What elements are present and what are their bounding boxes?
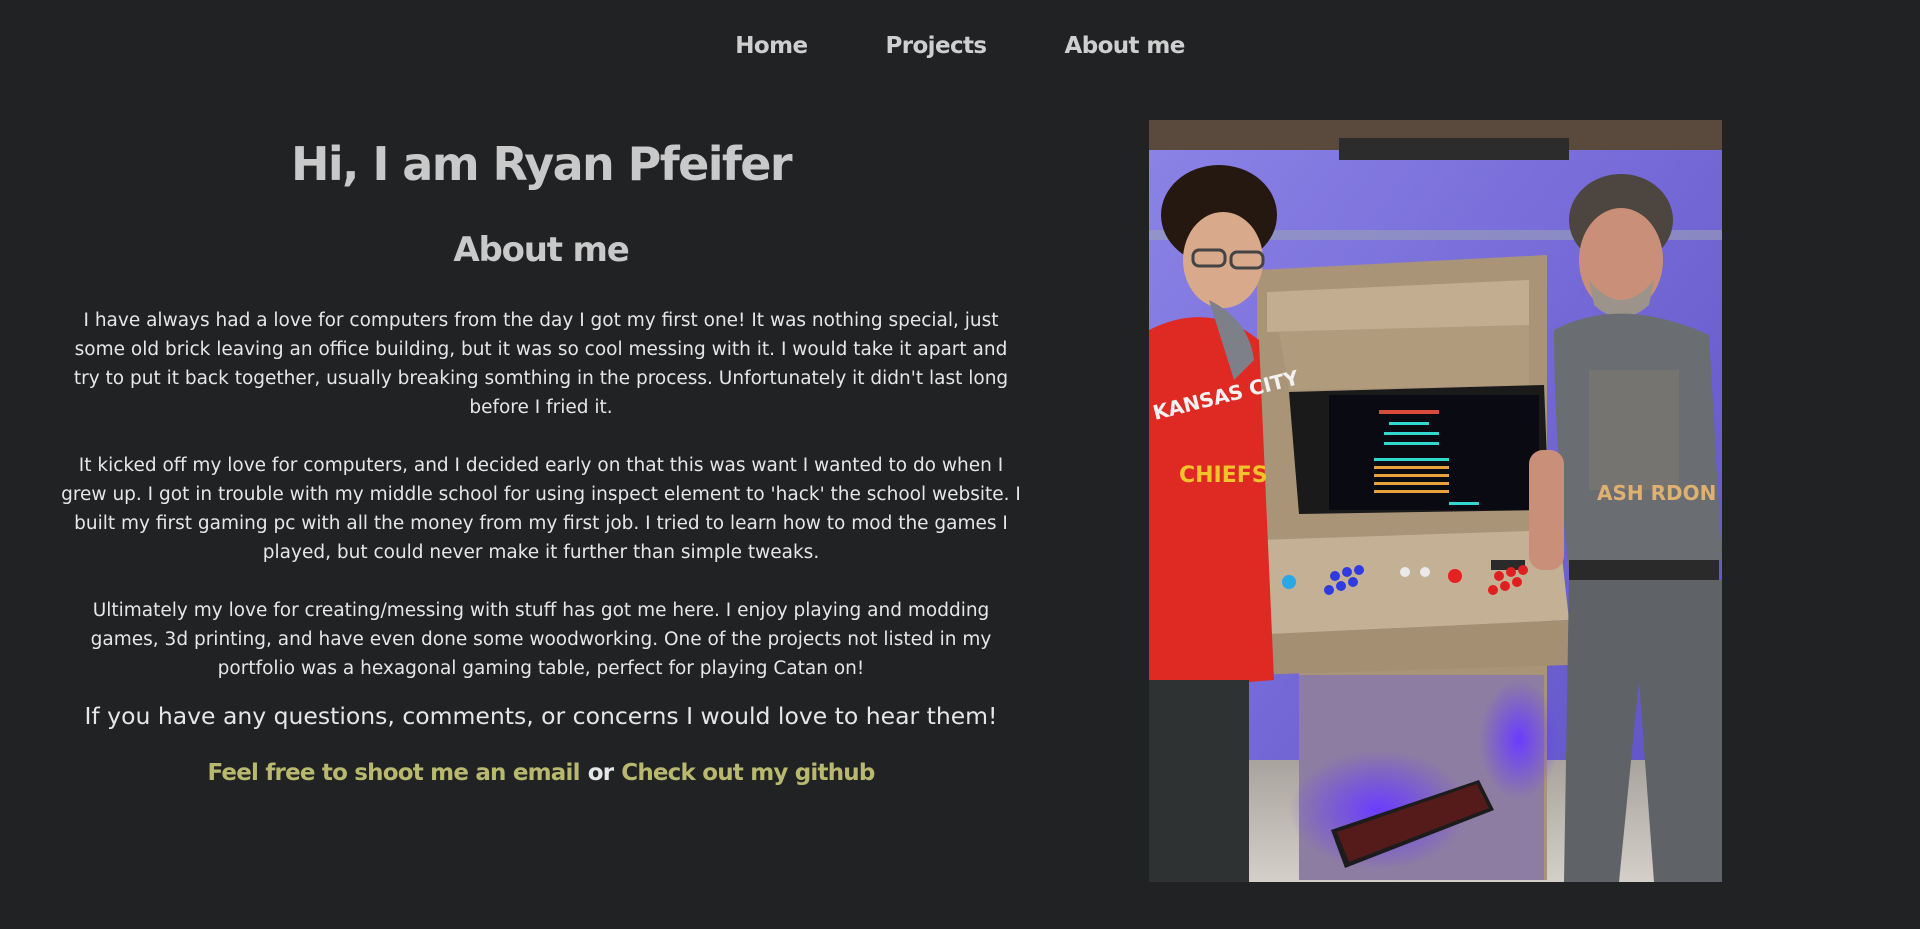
nav-about-link[interactable]: About me (1065, 26, 1186, 66)
hoodie-text-2: CHIEFS (1179, 463, 1268, 488)
arcade-photo-illustration: KANSAS CITY CHIEFS ASH RDON (1149, 120, 1722, 882)
about-paragraph-3: Ultimately my love for creating/messing … (90, 600, 992, 679)
contact-links: Feel free to shoot me an email or Check ou… (60, 757, 1022, 789)
joystick-red (1448, 569, 1462, 583)
about-section: Hi, I am Ryan Pfeifer About me I have al… (60, 120, 1022, 789)
email-link[interactable]: Feel free to shoot me an email (207, 760, 580, 786)
contact-prompt: If you have any questions, comments, or … (84, 702, 998, 730)
arcade-cabinet (1249, 255, 1569, 880)
profile-photo: KANSAS CITY CHIEFS ASH RDON (1149, 120, 1722, 882)
github-link[interactable]: Check out my github (621, 760, 875, 786)
about-paragraph-2: It kicked off my love for computers, and… (61, 455, 1021, 563)
page-title: Hi, I am Ryan Pfeifer (290, 137, 793, 191)
section-heading: About me (453, 230, 629, 270)
about-paragraph-1: I have always had a love for computers f… (73, 310, 1009, 418)
joystick-blue (1282, 575, 1296, 589)
nav-projects-link[interactable]: Projects (885, 26, 987, 66)
shirt-text: ASH RDON (1597, 481, 1716, 505)
light-fixture (1339, 138, 1569, 160)
nav-home-link[interactable]: Home (735, 26, 808, 66)
or-text: or (587, 759, 614, 786)
top-nav: Home Projects About me (0, 26, 1920, 66)
